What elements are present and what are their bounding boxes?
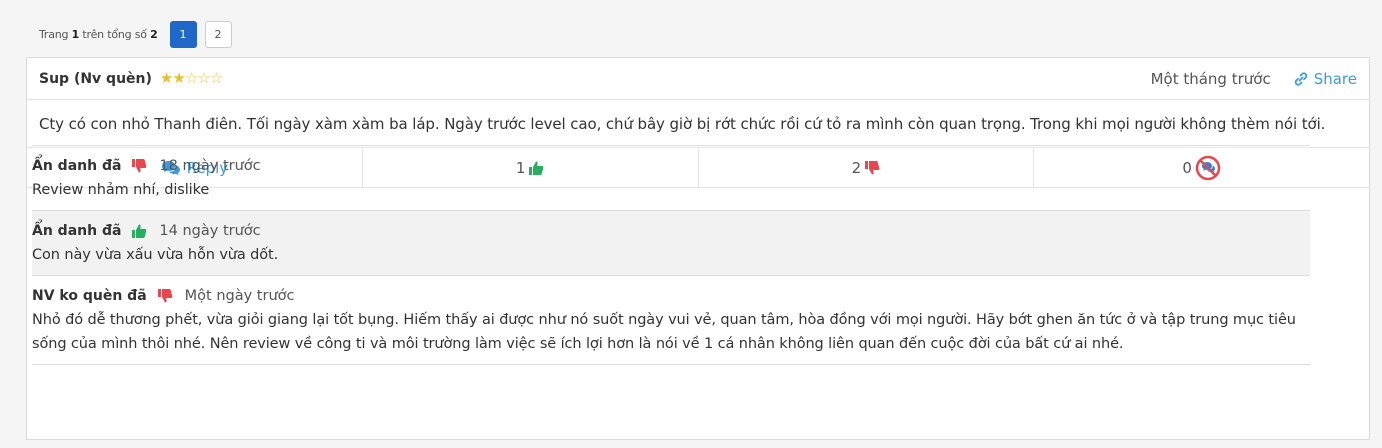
review-body: Cty có con nhỏ Thanh điên. Tối ngày xàm … — [27, 100, 1369, 148]
comment-list: Ẩn danh đã 18 ngày trước Review nhảm nhí… — [32, 145, 1310, 365]
thumbs-down-icon — [157, 288, 173, 304]
page-1-button[interactable]: 1 — [169, 21, 197, 48]
comment-author: NV ko quèn đã — [32, 288, 147, 304]
star-filled-icon: ★ — [159, 69, 173, 87]
star-empty-icon: ☆ — [184, 69, 198, 87]
share-label: Share — [1313, 69, 1357, 88]
review-time: Một tháng trước — [1150, 69, 1271, 88]
comment-item: Ẩn danh đã 18 ngày trước Review nhảm nhí… — [32, 145, 1310, 210]
comment-author: Ẩn danh đã — [32, 158, 122, 174]
star-filled-icon: ★ — [172, 69, 185, 87]
comment-author: Ẩn danh đã — [32, 223, 122, 239]
rating-stars: ★ ★ ☆ ☆ ☆ — [159, 69, 223, 87]
thumbs-down-icon — [131, 158, 147, 174]
comment-text: Con này vừa xấu vừa hỗn vừa dốt. — [32, 247, 279, 263]
comment-text: Review nhảm nhí, dislike — [32, 182, 210, 198]
comment-time: 18 ngày trước — [159, 158, 261, 174]
link-icon — [1294, 71, 1307, 86]
comment-text: Nhỏ đó dễ thương phết, vừa giỏi giang lạ… — [32, 312, 1296, 352]
page-2-button[interactable]: 2 — [204, 21, 232, 48]
share-button[interactable]: Share — [1293, 70, 1357, 88]
review-header: Sup (Nv quèn) ★ ★ ☆ ☆ ☆ Một tháng trước … — [27, 58, 1369, 100]
pagination: Trang 1 trên tổng số 2 1 2 — [39, 21, 240, 48]
star-empty-icon: ☆ — [197, 69, 210, 87]
review-author: Sup (Nv quèn) — [39, 70, 152, 87]
comment-list-divider — [32, 364, 1310, 365]
comment-time: Một ngày trước — [184, 288, 295, 304]
star-empty-icon: ☆ — [209, 69, 223, 87]
pagination-summary: Trang 1 trên tổng số 2 — [39, 28, 158, 41]
comment-time: 14 ngày trước — [159, 223, 261, 239]
thumbs-up-icon — [131, 223, 147, 239]
comment-item: Ẩn danh đã 14 ngày trước Con này vừa xấu… — [32, 210, 1310, 275]
comment-item: NV ko quèn đã Một ngày trước Nhỏ đó dễ t… — [32, 275, 1310, 364]
